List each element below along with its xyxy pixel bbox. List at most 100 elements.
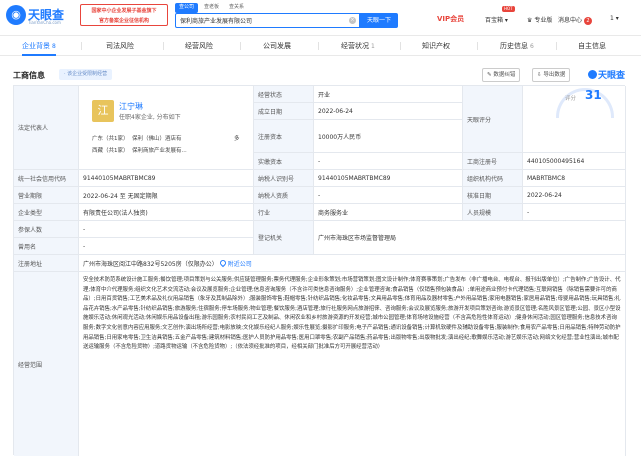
business-info-table: 法定代表人 江 江宁琳 任职4家企业, 分布如下 广东（共1家） 保利（佛山）酒… xyxy=(13,85,626,456)
nav-toolbox[interactable]: 百宝箱 ▾ xyxy=(485,15,508,24)
label-cell: 曾用名 xyxy=(14,238,79,255)
category-tabs: 企业背景 8 司法风险 经营风险 公司发展 经营状况 1 知识产权 历史信息 6 自主… xyxy=(0,36,641,56)
label-cell: 组织机构代码 xyxy=(463,170,523,187)
clear-icon[interactable]: × xyxy=(349,17,356,24)
term-value: 2022-06-24 至 无固定期限 xyxy=(79,187,254,204)
tab-label: 自主信息 xyxy=(578,42,606,50)
tab-divider xyxy=(240,42,241,50)
tab-divider xyxy=(400,42,401,50)
label-cell: 登记机关 xyxy=(254,221,314,255)
nav-toolbox-label: 百宝箱 xyxy=(485,17,504,24)
user-label: 1 xyxy=(610,15,614,22)
label-cell: 工商注册号 xyxy=(463,153,523,170)
staff-value: - xyxy=(523,204,626,221)
nearby-companies-link[interactable]: 附近公司 xyxy=(228,259,252,268)
nav-messages-label: 消息中心 xyxy=(558,17,583,24)
authority-value: 广州市海珠区市场监督管理局 xyxy=(314,221,626,255)
nav-messages[interactable]: 消息中心 2 xyxy=(558,15,592,25)
score-title: 评分 xyxy=(565,96,577,102)
address-value: 广州市海珠区阅江中路832号5205房（仅限办公） xyxy=(83,260,218,268)
map-pin-icon[interactable] xyxy=(218,258,227,268)
export-label: 导出数据 xyxy=(543,72,566,78)
tab-divider xyxy=(81,42,82,50)
label-cell: 注册地址 xyxy=(14,255,79,272)
top-header: ◉ 天眼查 TianYanCha.com 国家中小企业发展子基金旗下 官方备案企… xyxy=(0,0,641,36)
data-correction-button[interactable]: ✎ 数据纠错 xyxy=(482,68,521,82)
search-input[interactable] xyxy=(176,14,346,27)
insured-value: - xyxy=(79,221,254,238)
legal-rep-company[interactable]: 保利（佛山）酒店有 xyxy=(132,134,182,142)
nav-pro-label: 专业版 xyxy=(534,17,553,24)
approve-value: 2022-06-24 xyxy=(523,187,626,204)
search-button[interactable]: 天眼一下 xyxy=(360,13,398,28)
paid-value: - xyxy=(314,153,463,170)
tab-company-development[interactable]: 公司发展 xyxy=(263,36,291,56)
legal-rep-summary: 任职4家企业, 分布如下 xyxy=(119,114,181,121)
search-tabs: 查公司 查老板 查关系 xyxy=(175,3,248,13)
tab-company-background[interactable]: 企业背景 8 xyxy=(22,36,56,56)
reg-no-value: 440105000495164 xyxy=(523,153,626,170)
status-value: 开业 xyxy=(314,86,463,103)
search-tab-boss[interactable]: 查老板 xyxy=(200,3,223,13)
label-cell: 成立日期 xyxy=(254,103,314,120)
search-tab-company[interactable]: 查公司 xyxy=(175,3,199,13)
search-tab-relation[interactable]: 查关系 xyxy=(225,3,248,13)
label-cell: 纳税人识别号 xyxy=(254,170,314,187)
tab-operating-status[interactable]: 经营状况 1 xyxy=(341,36,375,56)
brand-watermark: 天眼查 xyxy=(588,68,625,81)
label-cell: 天眼评分 xyxy=(463,86,523,153)
nav-pro[interactable]: ♛ 专业版 xyxy=(527,15,552,24)
label-cell: 经营状态 xyxy=(254,86,314,103)
vip-link[interactable]: VIP会员 xyxy=(437,14,464,24)
label-cell: 人员规模 xyxy=(463,204,523,221)
label-cell: 营业期限 xyxy=(14,187,79,204)
label-cell: 参保人数 xyxy=(14,221,79,238)
message-count: 2 xyxy=(583,17,592,25)
export-icon: ⇩ xyxy=(537,72,542,78)
taxid-value: 91440105MABRTBMC89 xyxy=(314,170,463,187)
search-box: × xyxy=(175,13,360,28)
pro-icon: ♛ xyxy=(527,17,533,24)
user-menu[interactable]: 1 ▾ xyxy=(610,15,619,22)
tab-count: 1 xyxy=(371,43,375,50)
tab-self-info[interactable]: 自主信息 xyxy=(578,36,606,56)
legal-rep-label: 法定代表人 xyxy=(18,125,49,132)
gov-badge[interactable]: 国家中小企业发展子基金旗下 官方备案企业征信机构 xyxy=(80,4,168,26)
type-value: 有限责任公司(法人独资) xyxy=(79,204,254,221)
label-cell: 纳税人资质 xyxy=(254,187,314,204)
tab-operating-risk[interactable]: 经营风险 xyxy=(185,36,213,56)
restriction-tag[interactable]: · 该企业受限制经营 xyxy=(59,69,113,80)
legal-rep-cell xyxy=(79,86,254,170)
industry-value: 商务服务业 xyxy=(314,204,463,221)
legal-rep-avatar[interactable]: 江 xyxy=(92,100,114,122)
tab-judicial-risk[interactable]: 司法风险 xyxy=(106,36,134,56)
org-value: MABRTBMC8 xyxy=(523,170,626,187)
credit-value: 91440105MABRTBMC89 xyxy=(79,170,254,187)
legal-rep-label-cell: 法定代表人 xyxy=(14,86,79,170)
tab-divider xyxy=(477,42,478,50)
capital-value: 10000万人民币 xyxy=(314,120,463,153)
legal-rep-more[interactable]: 多 xyxy=(234,134,240,142)
gov-badge-line1: 国家中小企业发展子基金旗下 xyxy=(91,8,157,14)
tab-label: 经营状况 xyxy=(341,42,369,50)
gov-badge-line2: 官方备案企业征信机构 xyxy=(98,18,149,24)
tianyancha-logo[interactable]: ◉ 天眼查 TianYanCha.com xyxy=(6,5,76,29)
tab-ip[interactable]: 知识产权 xyxy=(422,36,450,56)
tab-divider xyxy=(556,42,557,50)
section-title: 工商信息 xyxy=(13,71,45,80)
score-value[interactable]: 31 xyxy=(585,88,602,102)
label-cell: 企业类型 xyxy=(14,204,79,221)
estab-value: 2022-06-24 xyxy=(314,103,463,120)
tab-count: 6 xyxy=(530,43,534,50)
brand-text: 天眼查 xyxy=(598,71,626,81)
legal-rep-company[interactable]: 保利商旅产业发展有... xyxy=(132,146,187,154)
label-cell: 行业 xyxy=(254,204,314,221)
export-data-button[interactable]: ⇩ 导出数据 xyxy=(532,68,571,82)
label-cell: 经营范围 xyxy=(14,272,79,456)
label-cell: 实缴资本 xyxy=(254,153,314,170)
label-cell: 注册资本 xyxy=(254,120,314,153)
tab-divider xyxy=(318,42,319,50)
legal-rep-name[interactable]: 江宁琳 xyxy=(119,101,143,112)
tab-history[interactable]: 历史信息 6 xyxy=(500,36,534,56)
tab-label: 经营风险 xyxy=(185,42,213,50)
